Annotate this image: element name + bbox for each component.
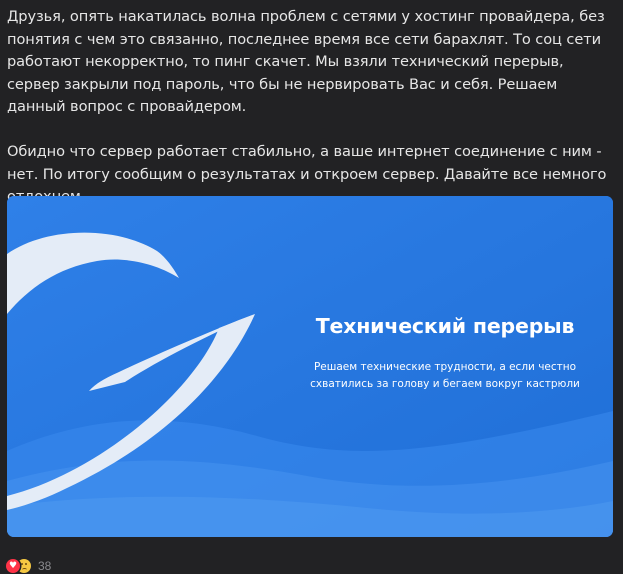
banner-title: Технический перерыв bbox=[315, 314, 575, 338]
post-paragraph: Друзья, опять накатилась волна проблем с… bbox=[7, 8, 605, 115]
post-text: Друзья, опять накатилась волна проблем с… bbox=[7, 6, 615, 209]
post: Друзья, опять накатилась волна проблем с… bbox=[0, 0, 623, 574]
banner-subtitle-line: Решаем технические трудности, а если чес… bbox=[313, 361, 577, 373]
reaction-count: 38 bbox=[38, 559, 52, 573]
heart-icon: ♥ bbox=[6, 559, 20, 573]
reactions-bar[interactable]: ♥ 38 bbox=[6, 558, 51, 574]
maintenance-banner-image[interactable]: Технический перерыв Решаем технические т… bbox=[7, 196, 613, 537]
banner-subtitle: Решаем технические трудности, а если чес… bbox=[290, 359, 600, 393]
banner-subtitle-line: схватились за голову и бегаем вокруг кас… bbox=[310, 378, 580, 390]
